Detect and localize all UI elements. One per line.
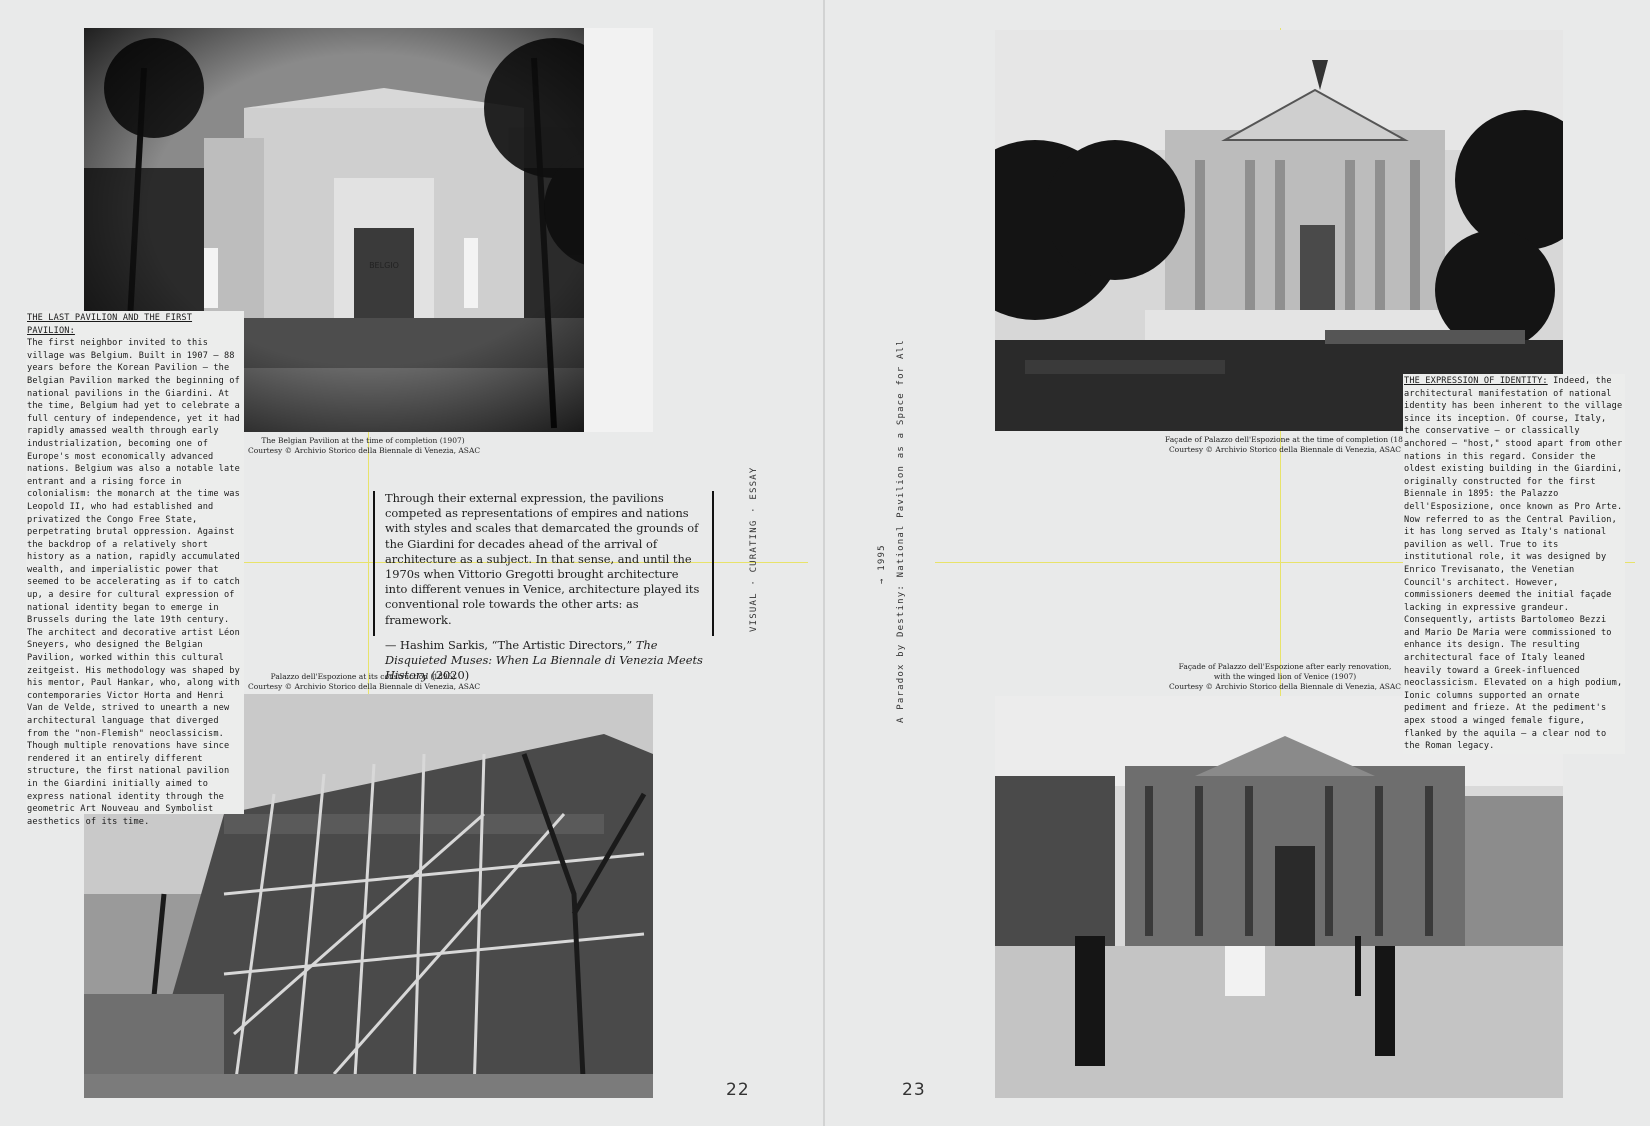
caption-credit: Courtesy © Archivio Storico della Bienna… [1168,682,1402,691]
essay-expression-of-identity: THE EXPRESSION OF IDENTITY: Indeed, the … [1403,374,1625,754]
belgian-pavilion-caption: The Belgian Pavilion at the time of comp… [248,436,481,456]
quote-year: (2020) [427,668,470,683]
page-number-right: 23 [902,1080,926,1100]
quote-text: Through their external expression, the p… [385,491,700,627]
essay-text: THE EXPRESSION OF IDENTITY: Indeed, the … [1404,376,1622,751]
quote-author: — Hashim Sarkis, “The Artistic Directors… [385,637,636,652]
caption-credit: Courtesy © Archivio Storico della Bienna… [248,446,481,455]
running-title: A Paradox by Destiny: National Pavilion … [896,339,906,723]
essay-heading: THE LAST PAVILION AND THE FIRST PAVILION… [27,313,193,336]
caption-line: The Belgian Pavilion at the time of comp… [261,436,465,445]
essay-body: The first neighbor invited to this villa… [27,338,240,827]
caption-line: with the winged lion of Venice (1907) [1213,672,1357,681]
essay-body: Indeed, the architectural manifestation … [1404,376,1623,752]
right-page: Façade of Palazzo dell'Espozione at the … [825,0,1650,1126]
caption-credit: Courtesy © Archivio Storico della Bienna… [248,682,481,691]
left-page: BELGIO The Belgian Pavilion at the time … [0,0,823,1126]
palazzo-facade-1907-caption: Façade of Palazzo dell'Espozione after e… [1165,662,1405,692]
section-label: VISUAL · CURATING · ESSAY [749,466,759,632]
essay-belgian-pavilion: THE LAST PAVILION AND THE FIRST PAVILION… [26,311,244,827]
caption-credit: Courtesy © Archivio Storico della Bienna… [1168,445,1402,454]
essay-heading: THE EXPRESSION OF IDENTITY: [1404,376,1548,386]
pull-quote: Through their external expression, the p… [373,491,714,682]
page-number-left: 22 [726,1080,750,1100]
palazzo-facade-1895-caption: Façade of Palazzo dell'Espozione at the … [1165,435,1416,455]
belgio-sign: BELGIO [369,261,399,270]
palazzo-facade-1895-photo [995,30,1563,431]
caption-line: Façade of Palazzo dell'Espozione at the … [1165,435,1416,444]
year-marker: → 1995 [877,544,887,584]
palazzo-facade-1907-photo [995,696,1563,1098]
quote-attribution: — Hashim Sarkis, “The Artistic Directors… [385,638,704,684]
caption-line: Façade of Palazzo dell'Espozione after e… [1178,662,1392,671]
